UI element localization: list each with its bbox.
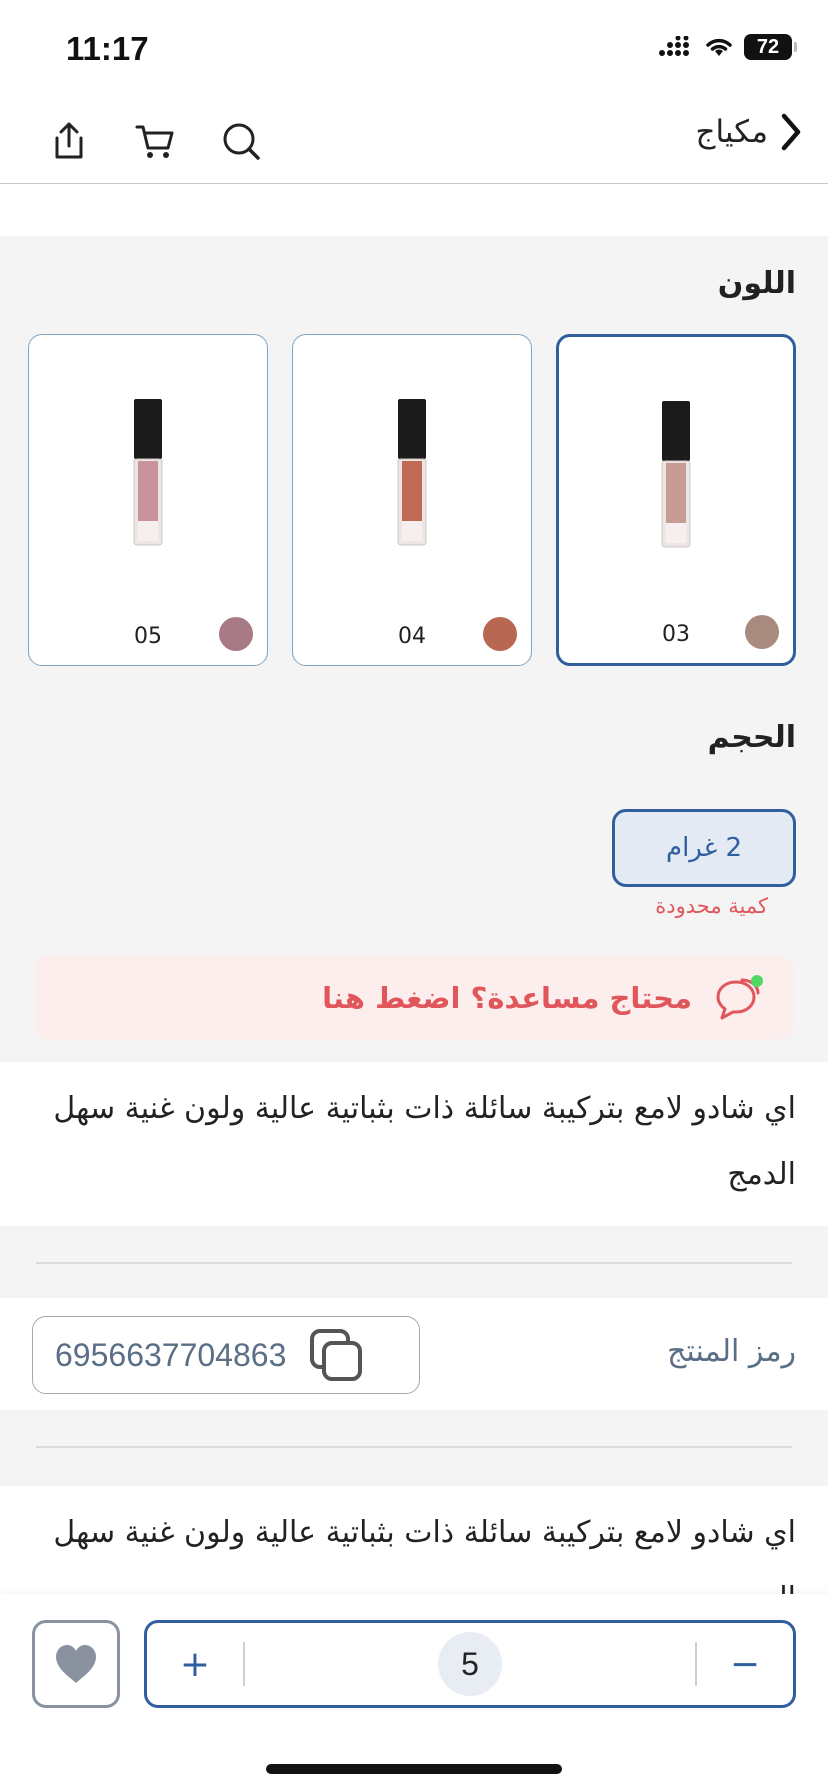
decrease-button[interactable]: − (697, 1623, 793, 1705)
search-icon[interactable] (218, 118, 264, 164)
color-option-05[interactable]: 05 (28, 334, 268, 666)
color-dot (483, 617, 517, 651)
product-thumbnail (397, 399, 427, 546)
size-option-button[interactable]: 2 غرام (612, 809, 796, 887)
status-bar: 11:17 72 (0, 0, 828, 96)
color-dot (745, 615, 779, 649)
copy-icon[interactable] (308, 1327, 366, 1383)
product-description: اي شادو لامع بتركيبة سائلة ذات بثباتية ع… (36, 1076, 796, 1208)
share-icon[interactable] (46, 118, 92, 164)
product-thumbnail (133, 399, 163, 546)
heart-icon (56, 1645, 96, 1683)
color-section-title: اللون (717, 266, 796, 301)
options-section: اللون 03 04 05 الحجم 2 غرام كمية محدودة … (0, 236, 828, 1062)
divider (36, 1446, 792, 1448)
product-thumbnail (661, 401, 691, 548)
help-text: محتاج مساعدة؟ اضغط هنا (322, 981, 692, 1015)
sku-box[interactable]: 6956637704863 (32, 1316, 420, 1394)
sku-value: 6956637704863 (55, 1336, 287, 1373)
color-dot (219, 617, 253, 651)
product-description-full: اي شادو لامع بتركيبة سائلة ذات بثباتية ع… (53, 1515, 796, 1596)
chevron-right-icon (781, 113, 801, 151)
help-banner[interactable]: محتاج مساعدة؟ اضغط هنا (34, 956, 794, 1040)
back-button[interactable]: مكياج (695, 112, 804, 152)
quantity-display: 5 (245, 1632, 695, 1696)
cart-icon[interactable] (132, 118, 178, 164)
divider (36, 1262, 792, 1264)
increase-button[interactable]: + (147, 1623, 243, 1705)
quantity-stepper: + 5 − (144, 1620, 796, 1708)
nav-bar: مكياج (0, 96, 828, 184)
status-icons: 72 (658, 34, 797, 60)
wifi-icon (706, 38, 732, 56)
divider-band (0, 1226, 828, 1298)
divider-band (0, 1410, 828, 1486)
nav-title: مكياج (695, 114, 768, 150)
color-option-03[interactable]: 03 (556, 334, 796, 666)
bottom-bar: + 5 − (0, 1594, 828, 1792)
size-section-title: الحجم (707, 720, 796, 755)
chat-icon (716, 975, 763, 1020)
status-time: 11:17 (66, 30, 149, 67)
signal-icon (659, 36, 689, 56)
limited-quantity-note: كمية محدودة (655, 894, 768, 918)
favorite-button[interactable] (32, 1620, 120, 1708)
color-option-04[interactable]: 04 (292, 334, 532, 666)
battery-indicator: 72 (744, 34, 797, 60)
sku-row: رمز المنتج 6956637704863 (0, 1298, 828, 1410)
home-indicator (266, 1764, 562, 1774)
quantity-value: 5 (438, 1632, 502, 1696)
sku-label: رمز المنتج (667, 1334, 796, 1369)
nav-actions (46, 118, 264, 164)
